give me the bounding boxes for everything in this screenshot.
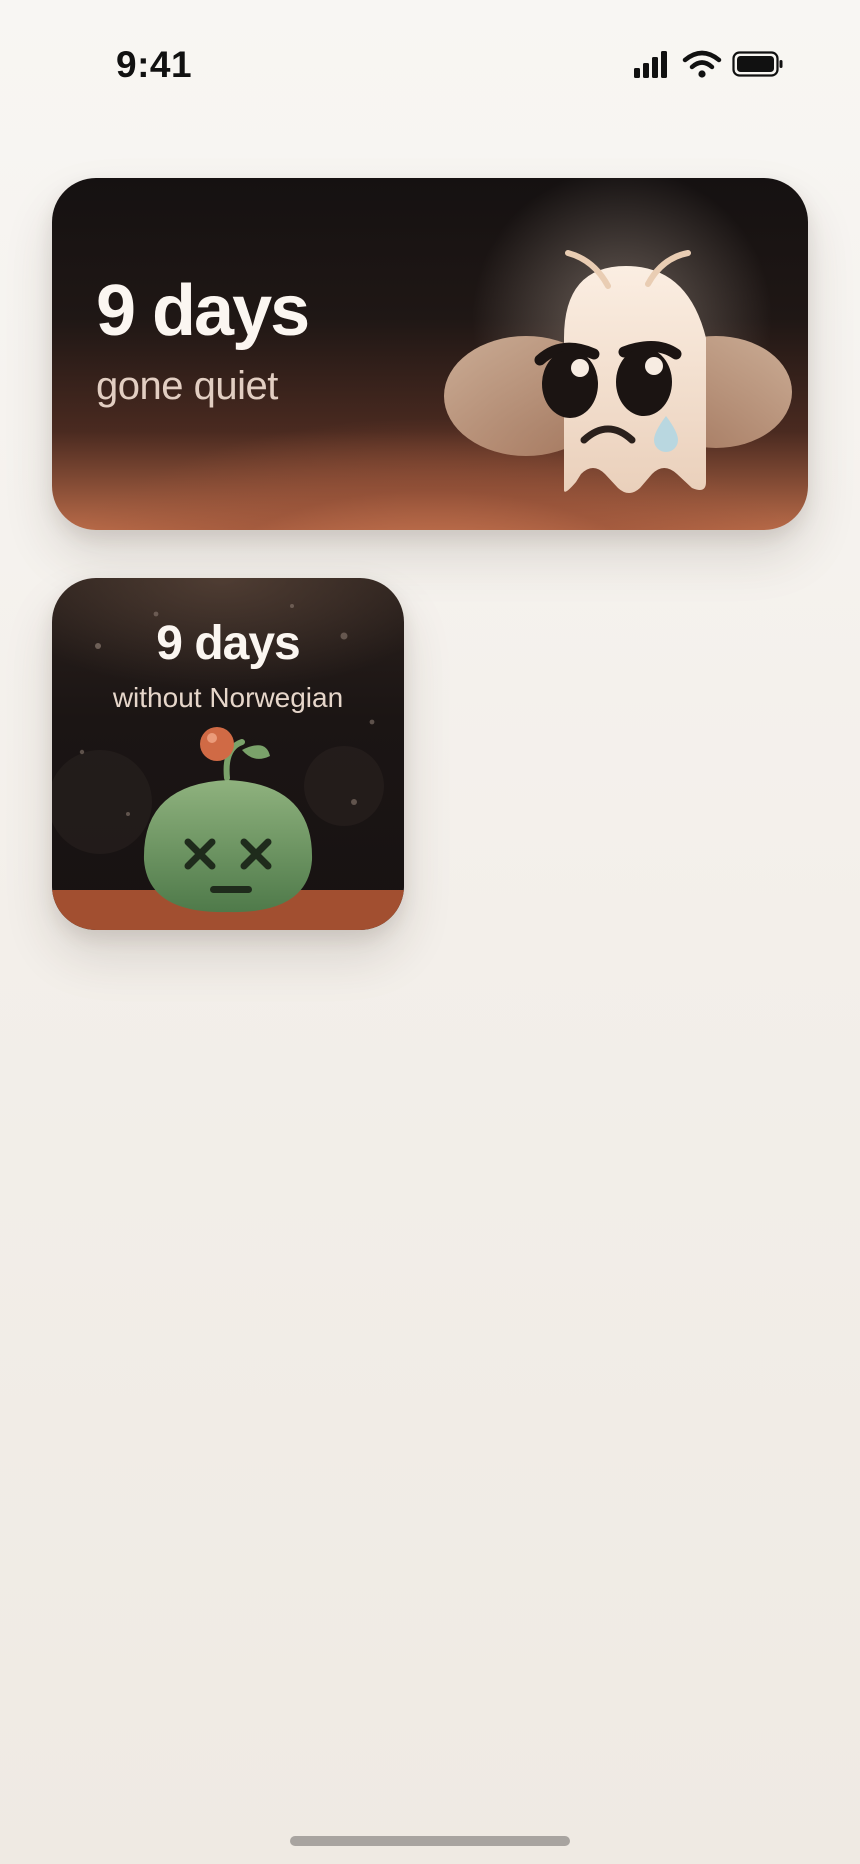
battery-icon [732,51,783,77]
widget-small-without-norwegian[interactable]: 9 days without Norwegian [52,578,404,930]
home-indicator[interactable] [290,1836,570,1846]
small-widget-count: 9 days [156,617,300,670]
wifi-icon [682,50,722,78]
widget-large-gone-quiet[interactable]: 9 days gone quiet [52,178,808,530]
sad-ghost-icon [444,178,792,493]
small-widget-subtitle: without Norwegian [112,682,344,713]
status-time: 9:41 [116,44,193,85]
status-bar: 9:41 [0,0,860,130]
cellular-signal-icon [634,51,667,78]
